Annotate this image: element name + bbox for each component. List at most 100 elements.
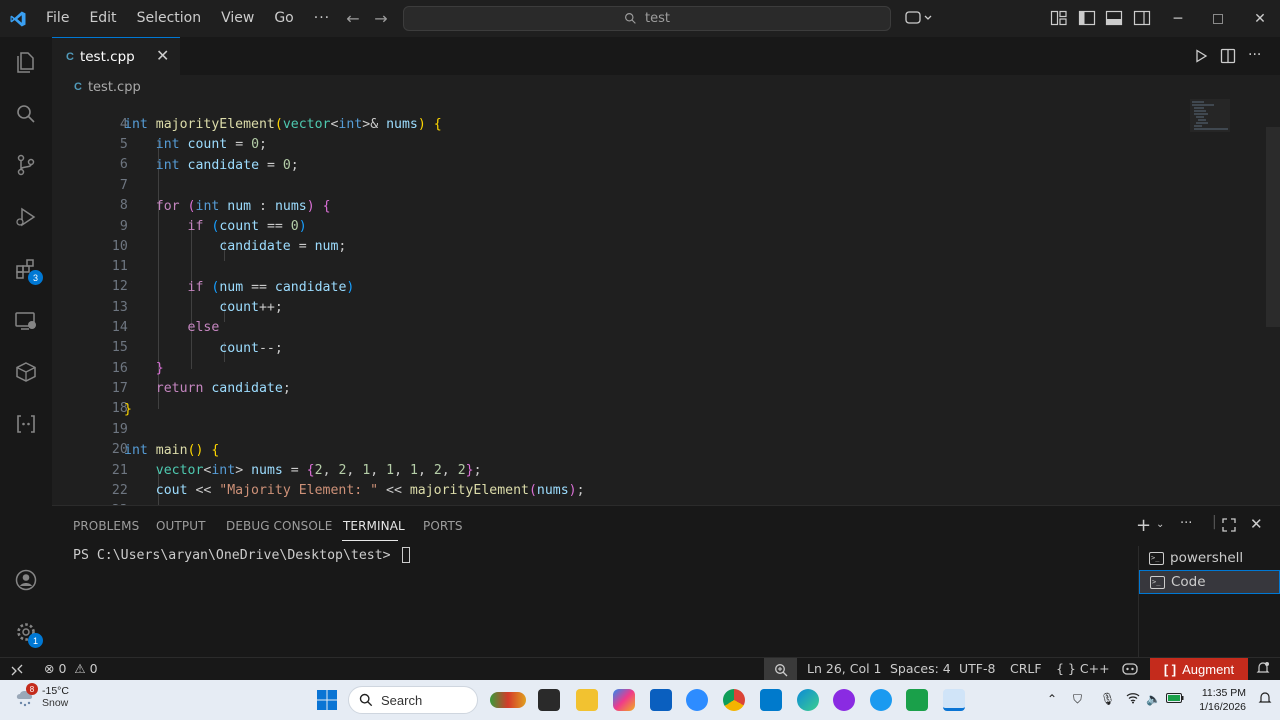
notification-center-icon[interactable]	[1258, 691, 1272, 708]
augment-icon[interactable]	[12, 410, 40, 438]
tab-output[interactable]: OUTPUT	[156, 519, 206, 533]
maximize-button[interactable]	[1198, 0, 1238, 37]
code-text: for (int num : nums) {	[155, 199, 331, 214]
microphone-icon[interactable]: 🎙	[1100, 692, 1115, 706]
forward-arrow-icon[interactable]: →	[367, 9, 395, 28]
terminal-cursor	[401, 547, 410, 563]
task-view-icon[interactable]	[538, 689, 560, 711]
terminal-item-label: powershell	[1170, 550, 1244, 566]
code-line: 6 int count = 0;	[52, 135, 1182, 172]
code-text: vector<int> nums = {2, 2, 1, 1, 1, 2, 2}…	[155, 463, 482, 478]
volume-icon[interactable]: 🔈	[1146, 692, 1161, 706]
code-line: 19 }	[52, 400, 1182, 437]
copilot-chat-icon[interactable]	[905, 9, 932, 27]
error-count: 0	[58, 661, 67, 676]
zoom-icon[interactable]	[686, 689, 708, 711]
command-center-search[interactable]: test	[403, 6, 891, 31]
editor-more-actions-icon[interactable]: ···	[1248, 48, 1264, 64]
file-explorer-icon[interactable]	[576, 689, 598, 711]
minimize-button[interactable]: ─	[1158, 0, 1198, 37]
code-line: 10 if (count == 0)	[52, 217, 1182, 254]
source-control-icon[interactable]	[12, 151, 40, 179]
language-mode[interactable]: { } C++	[1056, 661, 1110, 676]
menu-go[interactable]: Go	[264, 0, 303, 37]
toggle-secondary-sidebar-icon[interactable]	[1133, 9, 1151, 27]
tab-test-cpp[interactable]: C test.cpp ✕	[52, 37, 180, 75]
run-and-debug-icon[interactable]	[12, 203, 40, 231]
tab-problems[interactable]: PROBLEMS	[73, 519, 139, 533]
remote-indicator-icon[interactable]	[0, 658, 34, 681]
code-editor[interactable]: 4 5 int majorityElement(vector<int>& num…	[52, 99, 1280, 505]
close-panel-icon[interactable]: ✕	[1250, 515, 1263, 533]
panel-more-actions-icon[interactable]: ···	[1180, 516, 1192, 531]
customize-layout-icon[interactable]	[1050, 9, 1068, 27]
edge-icon[interactable]	[797, 689, 819, 711]
zoom-icon[interactable]	[764, 658, 797, 681]
tab-debug-console[interactable]: DEBUG CONSOLE	[226, 519, 332, 533]
minimap[interactable]	[1190, 99, 1250, 139]
show-hidden-icons-chevron-icon[interactable]: ⌃	[1047, 692, 1057, 706]
close-tab-icon[interactable]: ✕	[156, 46, 169, 65]
errors-indicator[interactable]: ⊗ 0 ⚠ 0	[44, 661, 98, 676]
line-ending[interactable]: CRLF	[1010, 661, 1042, 676]
menu-selection[interactable]: Selection	[127, 0, 212, 37]
containers-icon[interactable]	[12, 358, 40, 386]
terminal-item-powershell[interactable]: >_ powershell	[1139, 546, 1280, 570]
maximize-panel-icon[interactable]	[1222, 517, 1236, 536]
code-line: 13 if (num == candidate)	[52, 278, 1182, 315]
toggle-primary-sidebar-icon[interactable]	[1078, 9, 1096, 27]
clock[interactable]: 11:35 PM 1/16/2026	[1190, 686, 1246, 714]
run-file-icon[interactable]	[1193, 48, 1209, 64]
braces-icon: { }	[1056, 661, 1076, 676]
weather-widget[interactable]: 8 -15°C Snow	[14, 683, 69, 709]
menu-edit[interactable]: Edit	[79, 0, 126, 37]
chrome-icon[interactable]	[723, 689, 745, 711]
extensions-icon[interactable]: 3	[12, 255, 43, 285]
tab-label: test.cpp	[79, 48, 135, 65]
augment-status-button[interactable]: [ ] Augment	[1150, 658, 1248, 681]
close-window-button[interactable]: ✕	[1240, 0, 1280, 37]
code-line: 18 return candidate;	[52, 379, 1182, 416]
wifi-icon[interactable]	[1126, 692, 1140, 707]
meet-icon[interactable]	[906, 689, 928, 711]
remote-explorer-icon[interactable]	[12, 307, 40, 335]
vscode-taskbar-icon[interactable]	[760, 689, 782, 711]
terminal-item-code[interactable]: >_ Code	[1139, 570, 1280, 594]
menu-more-button[interactable]: ···	[304, 0, 340, 37]
code-line: 17 }	[52, 359, 1182, 396]
editor-scrollbar[interactable]	[1266, 127, 1280, 327]
manage-gear-icon[interactable]: 1	[12, 618, 43, 648]
snipping-tool-icon[interactable]	[943, 689, 965, 711]
search-icon[interactable]	[12, 100, 40, 128]
toggle-panel-icon[interactable]	[1105, 9, 1123, 27]
indentation[interactable]: Spaces: 4	[890, 661, 951, 676]
copilot-status-icon[interactable]	[1122, 661, 1138, 678]
menu-file[interactable]: File	[36, 0, 79, 37]
taskbar-search[interactable]: Search	[348, 686, 478, 714]
tab-ports[interactable]: PORTS	[423, 519, 463, 533]
chili-widget-icon[interactable]	[490, 692, 526, 708]
code-line: 22 vector<int> nums = {2, 2, 1, 1, 1, 2,…	[52, 461, 1182, 498]
security-icon[interactable]: ⛉	[1073, 692, 1082, 707]
accounts-icon[interactable]	[12, 566, 40, 594]
microsoft-store-icon[interactable]	[650, 689, 672, 711]
battery-icon[interactable]	[1166, 692, 1184, 706]
windows-start-icon[interactable]	[316, 689, 338, 711]
github-desktop-icon[interactable]	[833, 689, 855, 711]
tab-terminal[interactable]: TERMINAL	[343, 519, 405, 533]
terminal-output[interactable]: PS C:\Users\aryan\OneDrive\Desktop\test>	[73, 547, 410, 563]
browser-app-icon[interactable]	[870, 689, 892, 711]
copilot-icon[interactable]	[613, 689, 635, 711]
explorer-icon[interactable]	[12, 48, 40, 76]
menu-view[interactable]: View	[211, 0, 264, 37]
breadcrumb[interactable]: C test.cpp	[52, 75, 1280, 99]
code-text: candidate = num;	[219, 239, 347, 254]
split-editor-icon[interactable]	[1220, 48, 1236, 64]
augment-label: Augment	[1182, 662, 1235, 677]
new-terminal-plus-icon[interactable]: +	[1136, 515, 1151, 536]
notifications-bell-icon[interactable]	[1256, 661, 1270, 678]
terminal-dropdown-chevron-icon[interactable]: ⌄	[1156, 519, 1164, 530]
cursor-position[interactable]: Ln 26, Col 1	[807, 661, 882, 676]
back-arrow-icon[interactable]: ←	[339, 9, 367, 28]
encoding[interactable]: UTF-8	[959, 661, 995, 676]
